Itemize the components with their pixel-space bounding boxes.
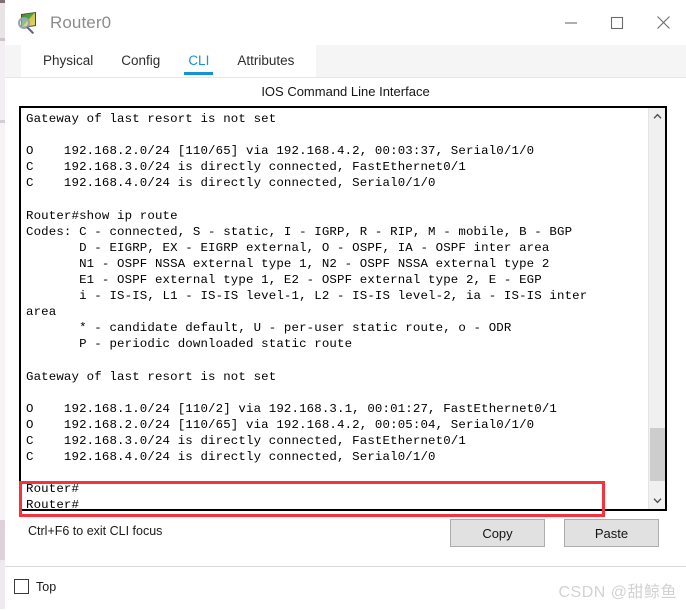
close-icon[interactable] [640, 0, 686, 45]
tab-cli[interactable]: CLI [174, 47, 223, 76]
terminal-line: C 192.168.4.0/24 is directly connected, … [26, 176, 436, 191]
terminal-line: area [26, 305, 57, 320]
tab-list: Physical Config CLI Attributes [21, 45, 317, 77]
tab-physical[interactable]: Physical [29, 47, 107, 76]
top-checkbox-label: Top [36, 579, 57, 594]
terminal-line: i - IS-IS, L1 - IS-IS level-1, L2 - IS-I… [26, 289, 588, 304]
terminal-line: C 192.168.4.0/24 is directly connected, … [26, 449, 436, 464]
tab-config[interactable]: Config [107, 47, 174, 76]
csdn-watermark: CSDN @甜鲸鱼 [558, 584, 677, 601]
router-magnifier-icon [18, 11, 40, 34]
cli-bottom-bar: Ctrl+F6 to exit CLI focus Copy Paste [19, 513, 667, 561]
terminal-line: P - periodic downloaded static route [26, 337, 353, 352]
panel-heading: IOS Command Line Interface [261, 84, 430, 99]
top-checkbox-group[interactable]: Top [14, 579, 56, 594]
terminal-line: Codes: C - connected, S - static, I - IG… [26, 224, 573, 239]
terminal-line: O 192.168.1.0/24 [110/2] via 192.168.3.1… [26, 401, 557, 416]
terminal-line: C 192.168.3.0/24 is directly connected, … [26, 433, 466, 448]
window-controls [548, 0, 686, 45]
terminal-line: * - candidate default, U - per-user stat… [26, 321, 512, 336]
terminal-line: O 192.168.2.0/24 [110/65] via 192.168.4.… [26, 417, 535, 432]
terminal-line: Gateway of last resort is not set [26, 112, 277, 126]
top-checkbox[interactable] [14, 579, 29, 594]
router-cli-window: Router0 Physical Config CLI Attributes I… [5, 0, 686, 567]
paste-button[interactable]: Paste [564, 519, 659, 547]
tab-bar: Physical Config CLI Attributes [5, 45, 686, 78]
chevron-down-icon[interactable] [649, 492, 666, 509]
window-title: Router0 [50, 12, 112, 32]
chevron-up-icon[interactable] [649, 108, 666, 125]
terminal-scrollbar[interactable] [648, 108, 665, 509]
terminal-line: Router#show ip route [26, 208, 178, 223]
terminal-line: Router# [26, 498, 80, 509]
terminal-line: N1 - OSPF NSSA external type 1, N2 - OSP… [26, 256, 550, 271]
terminal-line: O 192.168.2.0/24 [110/65] via 192.168.4.… [26, 144, 535, 159]
tab-attributes[interactable]: Attributes [223, 47, 308, 76]
terminal-output[interactable]: Gateway of last resort is not set O 192.… [21, 108, 648, 509]
copy-button[interactable]: Copy [450, 519, 545, 547]
cli-focus-hint: Ctrl+F6 to exit CLI focus [28, 524, 163, 538]
terminal-line: E1 - OSPF external type 1, E2 - OSPF ext… [26, 272, 542, 287]
window-footer: Top CSDN @甜鲸鱼 [5, 566, 686, 610]
terminal-container: Gateway of last resort is not set O 192.… [19, 106, 667, 511]
title-bar: Router0 [5, 0, 686, 45]
minimize-icon[interactable] [548, 0, 594, 45]
terminal-line: C 192.168.3.0/24 is directly connected, … [26, 160, 466, 175]
terminal-line: Gateway of last resort is not set [26, 369, 277, 384]
maximize-icon[interactable] [594, 0, 640, 45]
scrollbar-thumb[interactable] [650, 428, 665, 481]
terminal-line: Router# [26, 482, 80, 497]
terminal-line: D - EIGRP, EX - EIGRP external, O - OSPF… [26, 240, 550, 255]
cli-panel: IOS Command Line Interface Gateway of la… [5, 78, 686, 567]
